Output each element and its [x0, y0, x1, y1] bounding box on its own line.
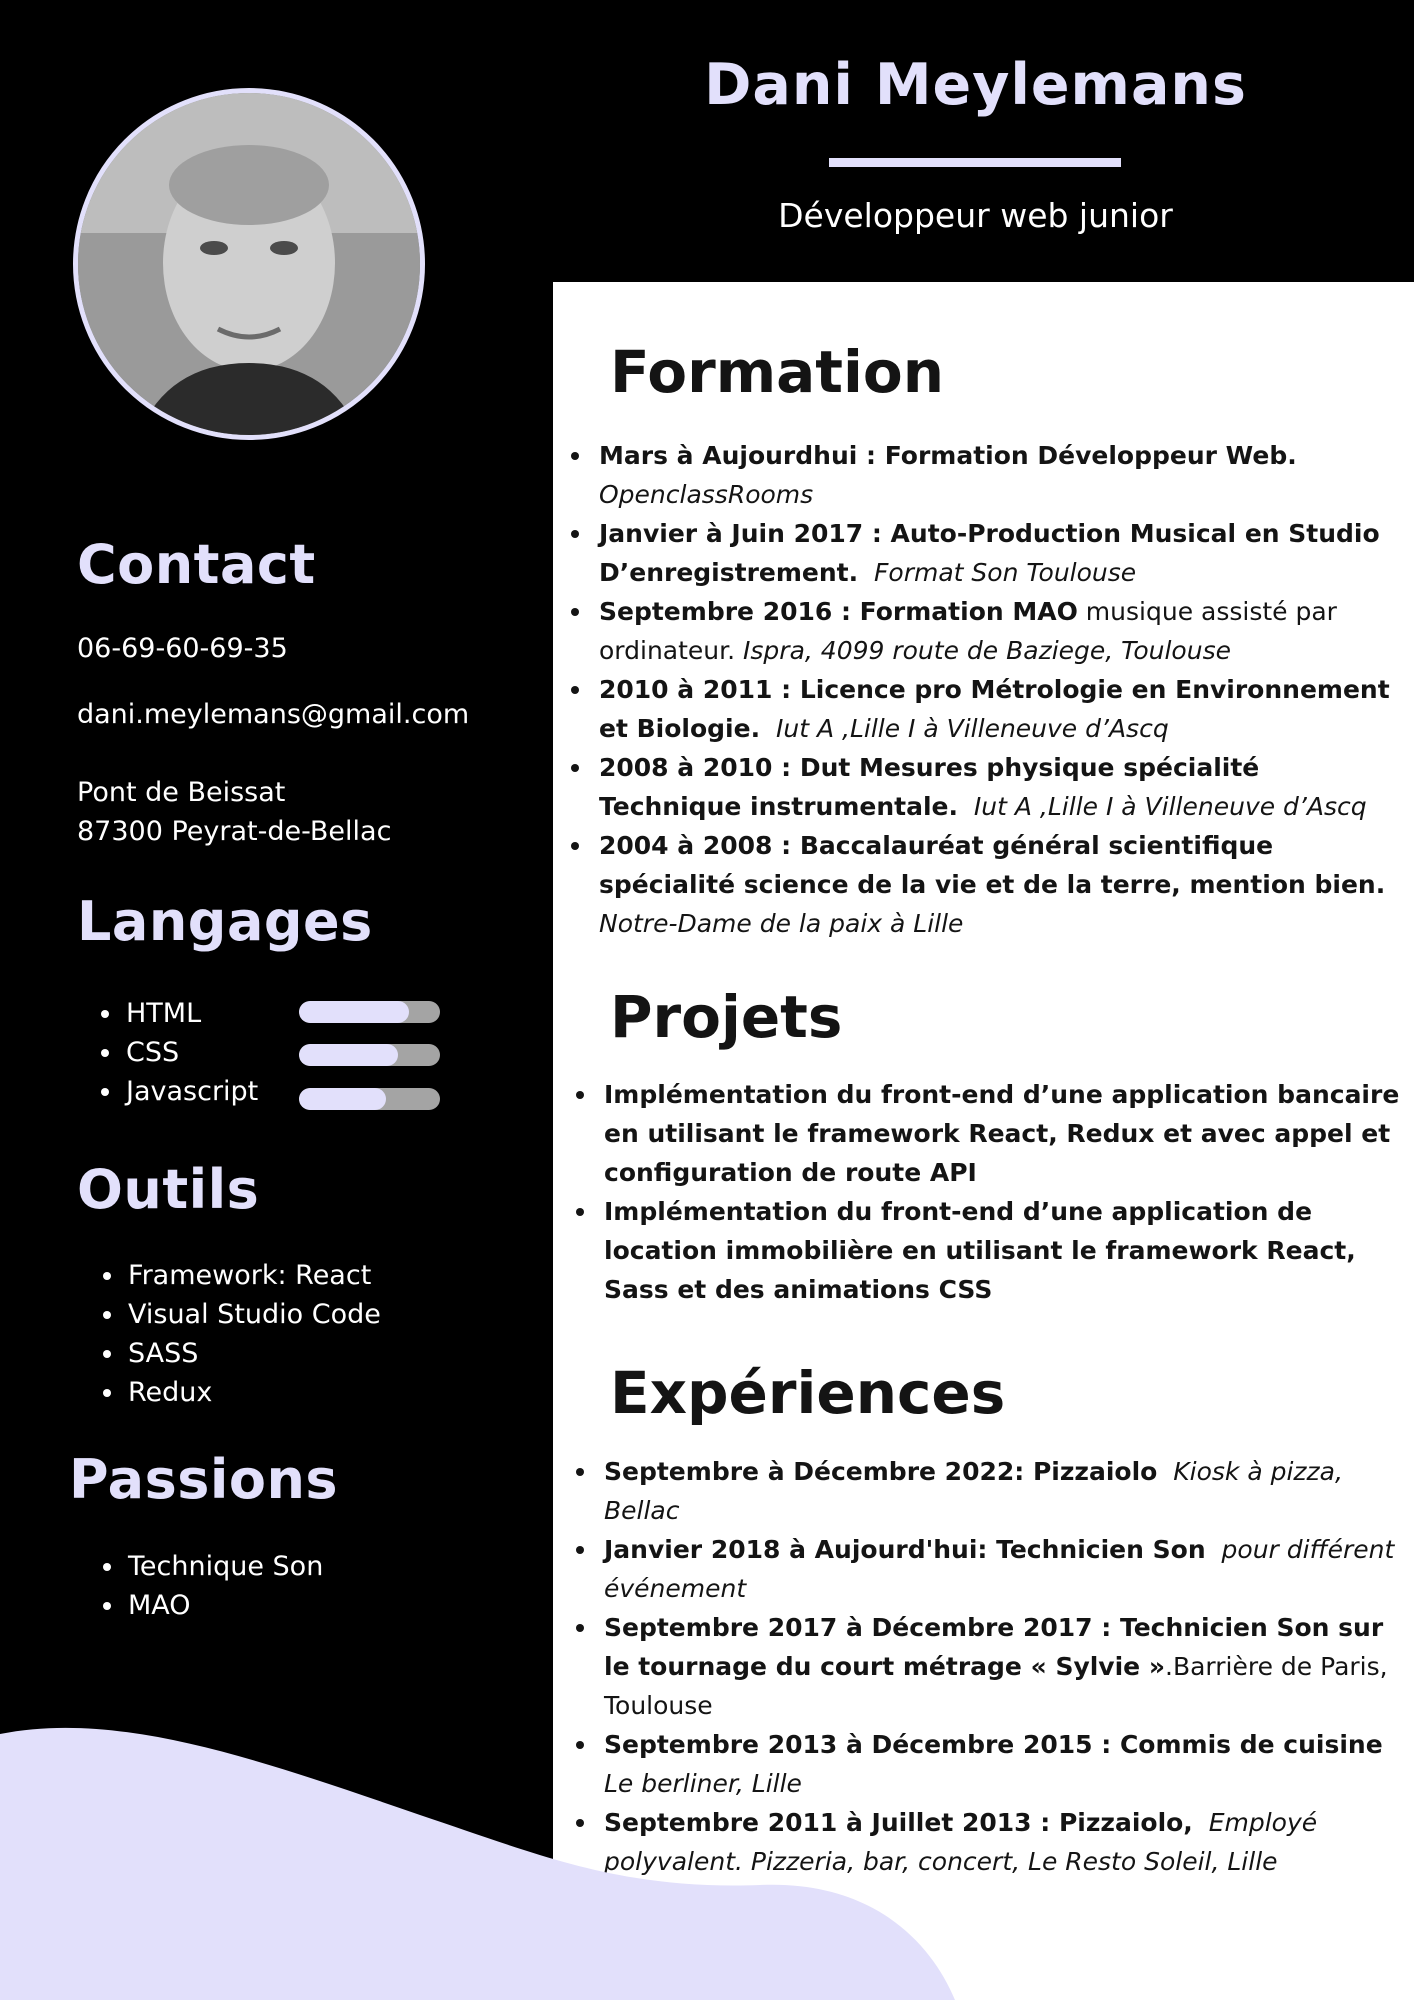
projets-heading: Projets [610, 983, 843, 1051]
formation-item-title: Mars à Aujourdhui : Formation Développeu… [599, 441, 1297, 470]
formation-item-title: Septembre 2016 : Formation MAO [599, 597, 1078, 626]
outil-item: Framework: React [79, 1256, 381, 1295]
formation-item-place: Notre-Dame de la paix à Lille [599, 909, 964, 938]
formation-item-place: Format Son Toulouse [874, 558, 1137, 587]
experiences-item-title: Janvier 2018 à Aujourd'hui: Technicien S… [604, 1535, 1206, 1564]
contact-phone: 06-69-60-69-35 [77, 633, 288, 664]
decorative-wave [0, 1727, 955, 2000]
formation-item-place: Iut A ,Lille I à Villeneuve d’Ascq [775, 714, 1169, 743]
css-level-bar [299, 1044, 440, 1066]
outils-heading: Outils [77, 1158, 260, 1221]
job-title: Développeur web junior [778, 196, 1173, 235]
outil-item: Redux [79, 1373, 381, 1412]
passions-heading: Passions [69, 1448, 339, 1511]
projets-list: Implémentation du front-end d’une applic… [562, 1075, 1407, 1309]
passions-list: Technique Son MAO [79, 1547, 323, 1625]
experiences-item: Septembre à Décembre 2022: Pizzaiolo Kio… [562, 1452, 1407, 1530]
project-text: Implémentation du front-end d’une applic… [604, 1197, 1356, 1304]
experiences-item: Septembre 2017 à Décembre 2017 : Technic… [562, 1608, 1407, 1725]
html-level-bar [299, 1001, 440, 1023]
formation-item-title: 2004 à 2008 : Baccalauréat général scien… [599, 831, 1386, 899]
formation-item: 2008 à 2010 : Dut Mesures physique spéci… [557, 748, 1407, 826]
formation-item: Janvier à Juin 2017 : Auto-Production Mu… [557, 514, 1407, 592]
bar-fill [299, 1044, 398, 1066]
formation-item-place: Iut A ,Lille I à Villeneuve d’Ascq [973, 792, 1367, 821]
javascript-level-bar [299, 1088, 440, 1110]
contact-address-line2: 87300 Peyrat-de-Bellac [77, 816, 392, 847]
formation-item-place: OpenclassRooms [599, 480, 814, 509]
contact-email: dani.meylemans@gmail.com [77, 699, 470, 730]
header-band: Dani Meylemans Développeur web junior [553, 0, 1414, 282]
outils-list: Framework: React Visual Studio Code SASS… [79, 1256, 381, 1412]
bar-fill [299, 1088, 387, 1110]
formation-item: 2004 à 2008 : Baccalauréat général scien… [557, 826, 1407, 943]
project-text: Implémentation du front-end d’une applic… [604, 1080, 1400, 1187]
experiences-heading: Expériences [610, 1359, 1006, 1427]
formation-item: Mars à Aujourdhui : Formation Développeu… [557, 436, 1407, 514]
passion-item: Technique Son [79, 1547, 323, 1586]
experiences-item: Janvier 2018 à Aujourd'hui: Technicien S… [562, 1530, 1407, 1608]
outil-item: SASS [79, 1334, 381, 1373]
langage-item: HTML [77, 994, 258, 1033]
portrait-image [78, 93, 420, 435]
langage-item: Javascript [77, 1072, 258, 1111]
formation-item-place: Ispra, 4099 route de Baziege, Toulouse [743, 636, 1231, 665]
formation-list: Mars à Aujourdhui : Formation Développeu… [557, 436, 1407, 943]
project-item: Implémentation du front-end d’une applic… [562, 1192, 1407, 1309]
name-divider [829, 158, 1121, 167]
langage-item: CSS [77, 1033, 258, 1072]
formation-heading: Formation [610, 338, 945, 406]
formation-item: Septembre 2016 : Formation MAO musique a… [557, 592, 1407, 670]
project-item: Implémentation du front-end d’une applic… [562, 1075, 1407, 1192]
langages-heading: Langages [77, 890, 373, 953]
experiences-item-title: Septembre à Décembre 2022: Pizzaiolo [604, 1457, 1158, 1486]
formation-item: 2010 à 2011 : Licence pro Métrologie en … [557, 670, 1407, 748]
contact-address-line1: Pont de Beissat [77, 777, 286, 808]
person-name: Dani Meylemans [704, 52, 1247, 118]
profile-photo [73, 88, 425, 440]
bar-fill [299, 1001, 409, 1023]
passion-item: MAO [79, 1586, 323, 1625]
contact-heading: Contact [77, 533, 316, 596]
outil-item: Visual Studio Code [79, 1295, 381, 1334]
main-content: Formation Mars à Aujourdhui : Formation … [553, 282, 1414, 1882]
sidebar: Contact 06-69-60-69-35 dani.meylemans@gm… [0, 0, 553, 2000]
langages-list: HTML CSS Javascript [77, 994, 258, 1111]
